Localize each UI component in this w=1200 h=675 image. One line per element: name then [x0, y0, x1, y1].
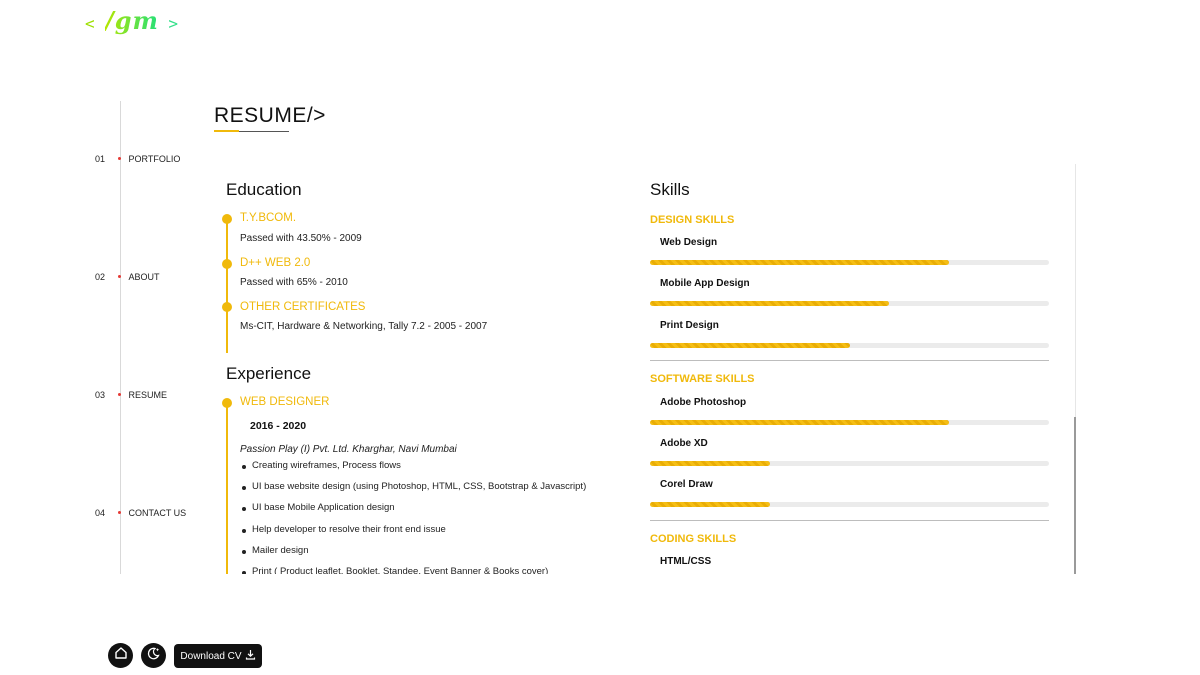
download-cv-label: Download CV: [180, 650, 242, 662]
experience-timeline: [226, 402, 228, 574]
education-timeline: [226, 218, 228, 353]
skill-bar-fill: [650, 301, 890, 306]
resume-content[interactable]: Education T.Y.BCOM. Passed with 43.50% -…: [214, 164, 1074, 574]
duty-item: Creating wireframes, Process flows: [242, 460, 401, 471]
timeline-dot: [222, 398, 232, 408]
skill-bar-fill: [650, 461, 770, 466]
timeline-dot: [222, 214, 232, 224]
title-underline: [214, 130, 289, 132]
nav-number: 03: [95, 390, 106, 400]
skill-name: Print Design: [660, 320, 719, 331]
nav-label: RESUME: [128, 390, 168, 400]
skill-name: Mobile App Design: [660, 278, 750, 289]
education-title: T.Y.BCOM.: [240, 212, 297, 224]
duty-item: Help developer to resolve their front en…: [242, 524, 446, 535]
education-heading: Education: [226, 180, 302, 199]
scrollbar-thumb[interactable]: [1074, 417, 1076, 574]
skill-group-title: DESIGN SKILLS: [650, 214, 735, 226]
education-title: OTHER CERTIFICATES: [240, 301, 366, 313]
skill-name: Adobe XD: [660, 438, 708, 449]
timeline-dot: [222, 259, 232, 269]
experience-heading: Experience: [226, 364, 312, 383]
education-detail: Passed with 65% - 2010: [240, 277, 348, 288]
skill-name: Corel Draw: [660, 479, 713, 490]
nav-item-portfolio[interactable]: 01 PORTFOLIO: [95, 153, 180, 165]
nav-number: 04: [95, 508, 106, 518]
duty-item: Mailer design: [242, 545, 309, 556]
skill-bar-track: [650, 420, 1049, 425]
experience-company: Passion Play (I) Pvt. Ltd. Kharghar, Nav…: [240, 444, 457, 455]
download-icon: [245, 649, 256, 663]
skill-bar-fill: [650, 260, 950, 265]
duty-item: UI base website design (using Photoshop,…: [241, 481, 587, 492]
logo-mark: /gm: [105, 6, 159, 35]
education-detail: Passed with 43.50% - 2009: [240, 233, 362, 244]
site-logo[interactable]: < /gm >: [85, 6, 179, 35]
experience-years: 2016 - 2020: [250, 420, 307, 432]
skill-bar-track: [650, 461, 1049, 466]
skill-group-divider: [650, 360, 1049, 361]
page-title: RESUME/>: [214, 104, 326, 127]
home-button[interactable]: [108, 643, 133, 668]
skill-bar-track: [650, 260, 1049, 265]
skill-bar-fill: [650, 420, 950, 425]
skill-bar-fill: [650, 502, 770, 507]
nav-number: 02: [95, 272, 106, 282]
skill-name: Web Design: [660, 237, 718, 248]
moon-icon: [146, 646, 161, 666]
timeline-dot: [222, 302, 232, 312]
theme-toggle-button[interactable]: [141, 643, 166, 668]
nav-divider: [120, 101, 121, 574]
duty-item: Print ( Product leaflet, Booklet, Stande…: [241, 566, 548, 574]
skill-bar-track: [650, 343, 1049, 348]
nav-dot: [118, 157, 121, 160]
nav-dot: [118, 275, 121, 278]
download-cv-button[interactable]: Download CV: [174, 644, 262, 668]
skill-bar-track: [650, 301, 1049, 306]
nav-label: CONTACT US: [128, 508, 187, 518]
logo-close-bracket: >: [168, 14, 179, 33]
skill-bar-track: [650, 502, 1049, 507]
logo-open-bracket: <: [85, 14, 96, 33]
experience-role: WEB DESIGNER: [240, 396, 330, 408]
skill-name: HTML/CSS: [660, 556, 712, 567]
skill-group-divider: [650, 520, 1049, 521]
nav-number: 01: [95, 154, 106, 164]
education-detail: Ms-CIT, Hardware & Networking, Tally 7.2…: [240, 321, 488, 332]
skills-heading: Skills: [650, 180, 690, 199]
skill-name: Adobe Photoshop: [660, 397, 747, 408]
nav-item-contact-us[interactable]: 04 CONTACT US: [95, 507, 186, 519]
nav-label: PORTFOLIO: [128, 154, 181, 164]
skill-bar-fill: [650, 343, 850, 348]
duty-item: UI base Mobile Application design: [242, 502, 395, 513]
nav-dot: [118, 511, 121, 514]
home-icon: [114, 646, 128, 665]
nav-item-about[interactable]: 02 ABOUT: [95, 271, 160, 283]
nav-item-resume[interactable]: 03 RESUME: [95, 389, 167, 401]
skill-group-title: CODING SKILLS: [650, 533, 737, 545]
education-title: D++ WEB 2.0: [240, 257, 311, 269]
nav-dot: [118, 393, 121, 396]
nav-label: ABOUT: [128, 272, 160, 282]
skill-group-title: SOFTWARE SKILLS: [650, 373, 755, 385]
